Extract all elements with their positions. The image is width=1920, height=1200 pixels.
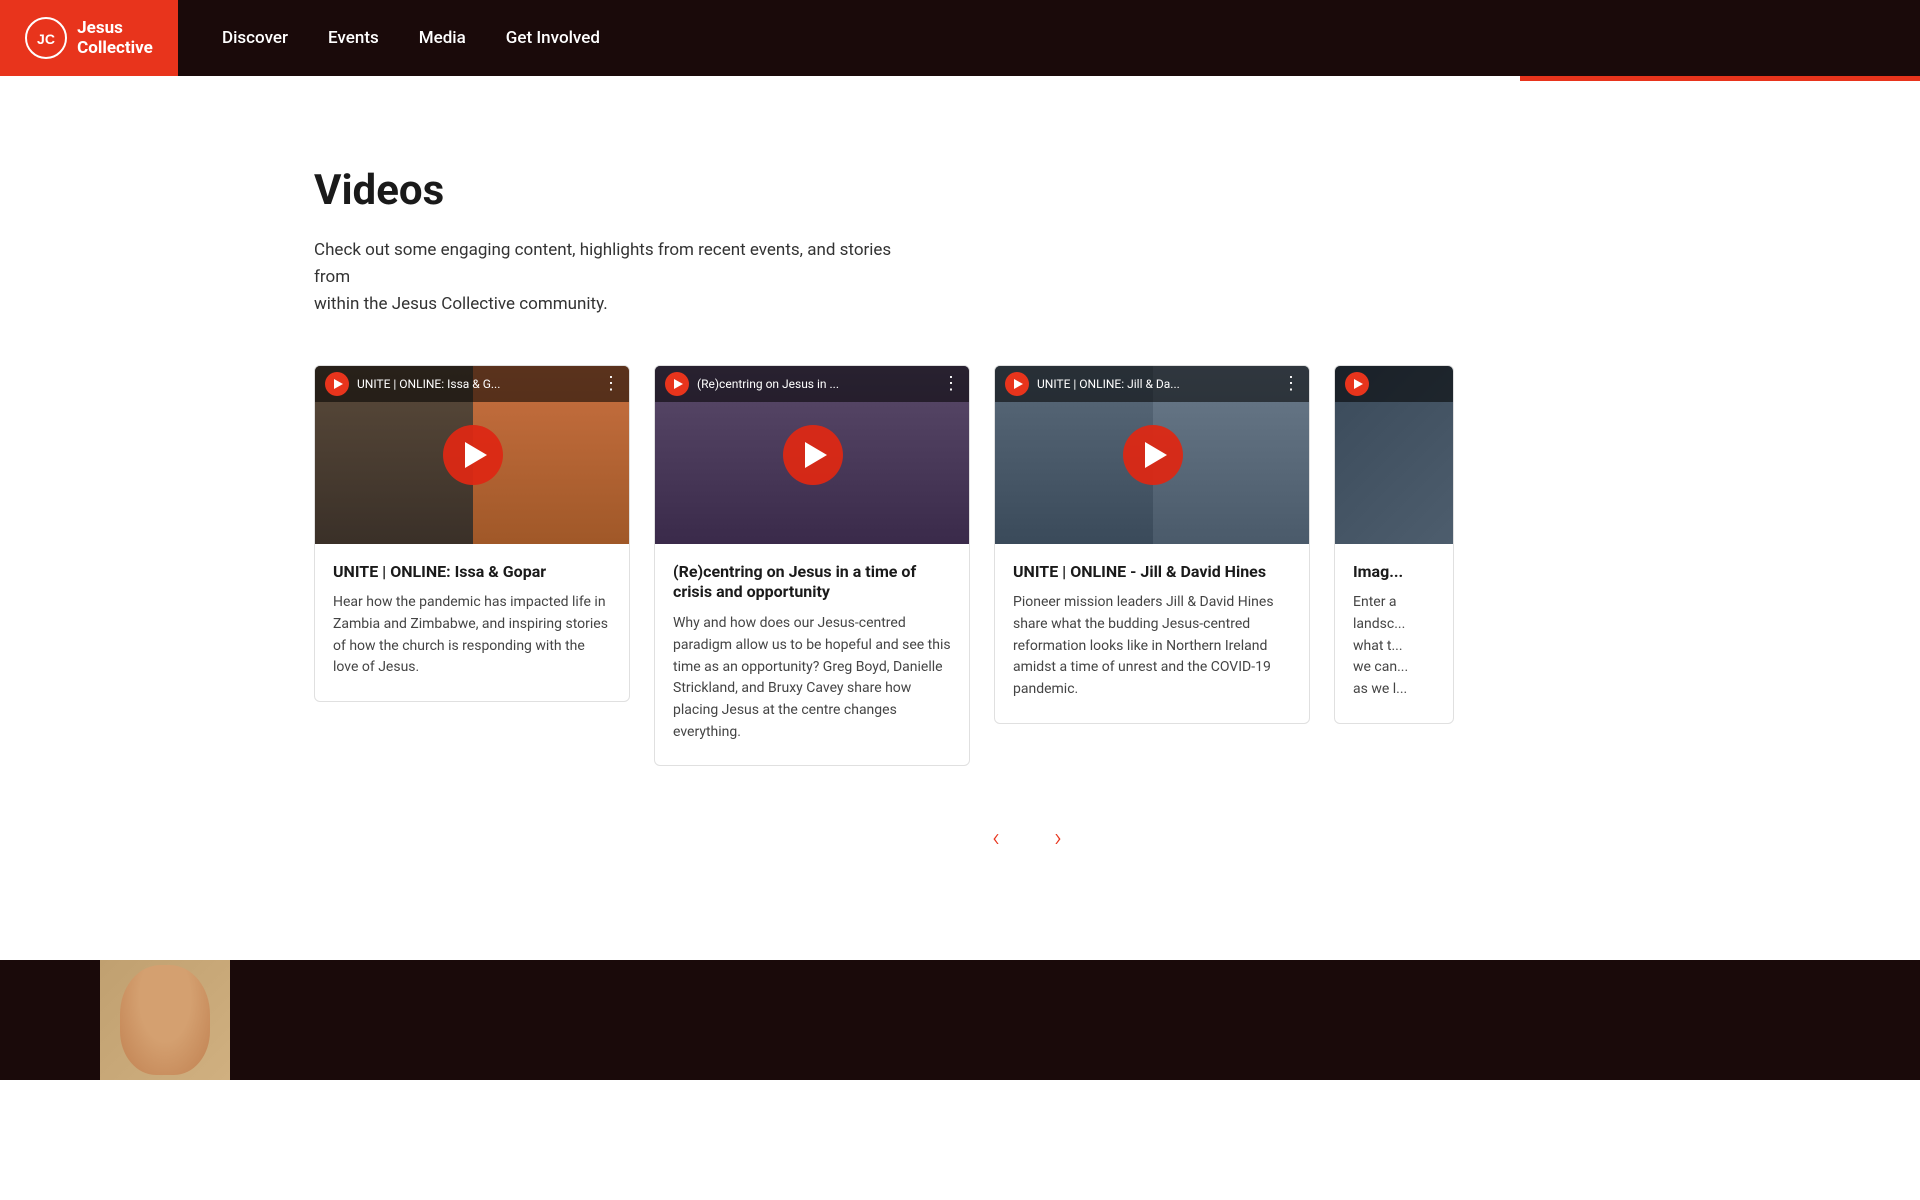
main-content: Videos Check out some engaging content, … [0,76,1920,920]
card-body-3: UNITE | ONLINE - Jill & David Hines Pion… [995,544,1309,723]
video-card-2: (Re)centring on Jesus in ... ⋮ (Re)centr… [654,365,970,767]
yt-bar-1: UNITE | ONLINE: Issa & G... ⋮ [315,366,630,402]
videos-section-title: Videos [314,166,1920,215]
bottom-thumbnail [100,960,230,1080]
yt-logo-2 [665,372,689,396]
carousel-nav: ‹ › [314,816,1740,860]
video-thumb-2[interactable]: (Re)centring on Jesus in ... ⋮ [655,366,970,544]
brand-name: Jesus Collective [77,18,153,59]
play-button-3[interactable] [1123,425,1183,485]
video-thumb-3[interactable]: UNITE | ONLINE: Jill & Da... ⋮ [995,366,1310,544]
carousel-next-button[interactable]: › [1036,816,1080,860]
carousel-prev-button[interactable]: ‹ [974,816,1018,860]
yt-logo-4 [1345,372,1369,396]
card-body-2: (Re)centring on Jesus in a time of crisi… [655,544,969,766]
main-nav: Discover Events Media Get Involved [178,0,616,76]
logo-area[interactable]: JC Jesus Collective [0,0,178,76]
play-button-2[interactable] [783,425,843,485]
yt-dots-1: ⋮ [602,373,621,394]
video-card-1: UNITE | ONLINE: Issa & G... ⋮ UNITE | ON… [314,365,630,703]
card-desc-1: Hear how the pandemic has impacted life … [333,592,611,679]
nav-discover[interactable]: Discover [206,0,304,76]
video-thumb-1[interactable]: UNITE | ONLINE: Issa & G... ⋮ [315,366,630,544]
yt-dots-3: ⋮ [1282,373,1301,394]
svg-text:JC: JC [37,31,55,47]
video-thumb-4 [1335,366,1454,544]
yt-bar-4 [1335,366,1454,402]
brand-logo-icon: JC [25,17,67,59]
card-body-4: Imag... Enter alandsc...what t...we can.… [1335,544,1453,723]
bottom-person-face [120,965,210,1075]
card-title-1: UNITE | ONLINE: Issa & Gopar [333,562,611,583]
nav-media[interactable]: Media [403,0,482,76]
header: JC Jesus Collective Discover Events Medi… [0,0,1920,76]
nav-events[interactable]: Events [312,0,395,76]
card-title-2: (Re)centring on Jesus in a time of crisi… [673,562,951,604]
yt-title-1: UNITE | ONLINE: Issa & G... [357,377,594,391]
yt-logo-1 [325,372,349,396]
video-card-3: UNITE | ONLINE: Jill & Da... ⋮ UNITE | O… [994,365,1310,724]
nav-get-involved[interactable]: Get Involved [490,0,616,76]
card-desc-2: Why and how does our Jesus-centred parad… [673,613,951,743]
red-accent-bar [1520,76,1920,81]
yt-title-3: UNITE | ONLINE: Jill & Da... [1037,377,1274,391]
card-desc-4: Enter alandsc...what t...we can...as we … [1353,592,1435,700]
bottom-area [0,960,1920,1080]
card-title-4: Imag... [1353,562,1435,583]
yt-logo-3 [1005,372,1029,396]
yt-dots-2: ⋮ [942,373,961,394]
video-cards-row: UNITE | ONLINE: Issa & G... ⋮ UNITE | ON… [314,365,1920,767]
card-body-1: UNITE | ONLINE: Issa & Gopar Hear how th… [315,544,629,702]
video-card-4-partial: Imag... Enter alandsc...what t...we can.… [1334,365,1454,724]
yt-title-2: (Re)centring on Jesus in ... [697,377,934,391]
videos-section-desc: Check out some engaging content, highlig… [314,237,914,319]
yt-bar-2: (Re)centring on Jesus in ... ⋮ [655,366,970,402]
yt-bar-3: UNITE | ONLINE: Jill & Da... ⋮ [995,366,1310,402]
play-button-1[interactable] [443,425,503,485]
card-title-3: UNITE | ONLINE - Jill & David Hines [1013,562,1291,583]
card-desc-3: Pioneer mission leaders Jill & David Hin… [1013,592,1291,700]
